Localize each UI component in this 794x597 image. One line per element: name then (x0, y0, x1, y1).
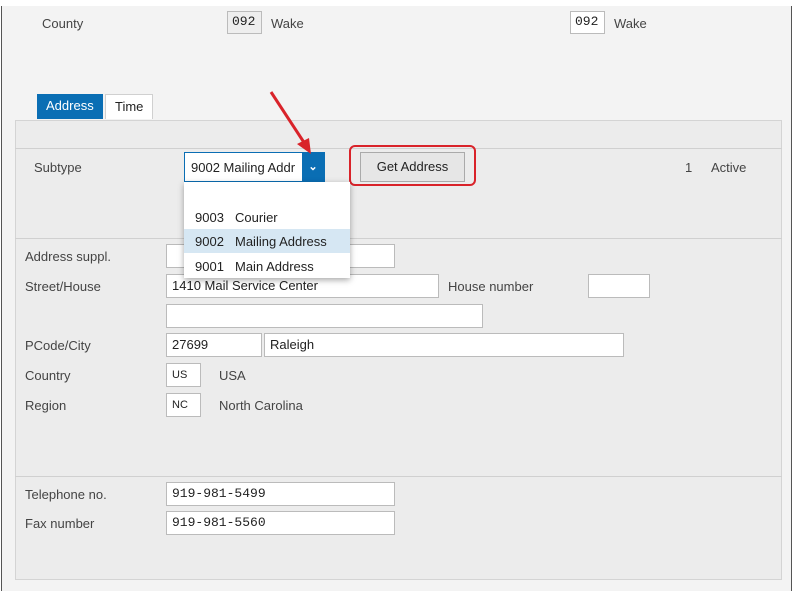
status-text: Active (711, 160, 747, 175)
city-input[interactable]: Raleigh (264, 333, 624, 357)
option-text: Main Address (235, 258, 314, 274)
fax-label: Fax number (25, 516, 95, 531)
county-name-right: Wake (614, 16, 647, 31)
county-code-field-right[interactable]: 092 (570, 11, 605, 34)
region-name: North Carolina (219, 398, 303, 413)
divider (15, 238, 782, 239)
option-key: 9002 (195, 233, 224, 249)
subtype-label: Subtype (34, 160, 82, 175)
subtype-option-mailing-address[interactable]: 9002 Mailing Address (184, 229, 350, 253)
get-address-button[interactable]: Get Address (360, 152, 465, 182)
region-label: Region (25, 398, 67, 413)
house-number-label: House number (448, 279, 534, 294)
divider (15, 476, 782, 477)
county-code-field: 092 (227, 11, 262, 34)
telephone-input[interactable]: 919-981-5499 (166, 482, 395, 506)
subtype-value: 9002 Mailing Addr (191, 160, 296, 175)
subtype-option-courier[interactable]: 9003 Courier (184, 205, 350, 229)
country-label: Country (25, 368, 71, 383)
street-label: Street/House (25, 279, 101, 294)
house-number-input[interactable] (588, 274, 650, 298)
status-number: 1 (685, 160, 693, 175)
telephone-label: Telephone no. (25, 487, 107, 502)
option-text: Mailing Address (235, 233, 327, 249)
county-label: County (42, 16, 84, 31)
option-key: 9003 (195, 209, 224, 225)
country-name: USA (219, 368, 246, 383)
option-text: Courier (235, 209, 278, 225)
option-key: 9001 (195, 258, 224, 274)
county-name: Wake (271, 16, 304, 31)
region-code-input[interactable]: NC (166, 393, 201, 417)
fax-input[interactable]: 919-981-5560 (166, 511, 395, 535)
address-suppl-label: Address suppl. (25, 249, 111, 264)
annotation-arrow-icon (269, 91, 311, 154)
postal-code-input[interactable]: 27699 (166, 333, 262, 357)
country-code-input[interactable]: US (166, 363, 201, 387)
pcode-city-label: PCode/City (25, 338, 91, 353)
tab-address[interactable]: Address (37, 94, 103, 119)
subtype-option-main-address[interactable]: 9001 Main Address (184, 254, 350, 278)
subtype-dropdown-list: 9003 Courier 9002 Mailing Address 9001 Main… (184, 182, 350, 278)
street2-input[interactable] (166, 304, 483, 328)
tab-time[interactable]: Time (105, 94, 154, 119)
